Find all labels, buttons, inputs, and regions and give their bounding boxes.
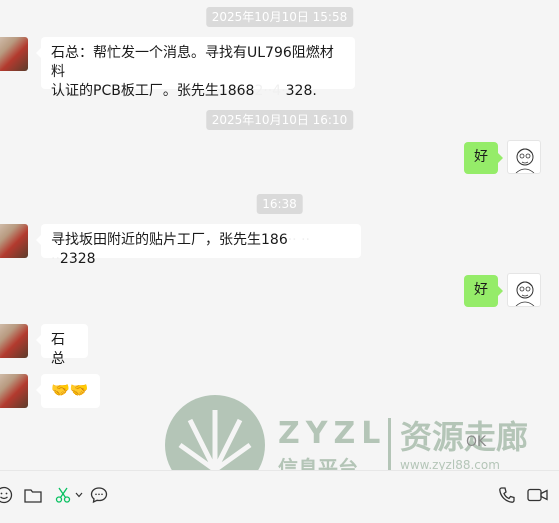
redacted-text: 2··4·	[254, 83, 286, 99]
contact-avatar[interactable]	[0, 37, 28, 71]
timestamp: 16:38	[256, 194, 303, 214]
message-bubble-incoming[interactable]: 石总：帮忙发一个消息。寻找有UL796阻燃材料 认证的PCB板工厂。张先生186…	[36, 37, 355, 99]
contact-avatar[interactable]	[0, 224, 28, 258]
timestamp: 2025年10月10日 16:10	[205, 110, 354, 130]
watermark-divider	[388, 418, 391, 474]
contact-avatar[interactable]	[0, 374, 28, 408]
message-bubble-incoming[interactable]: 石总	[36, 324, 88, 367]
video-icon[interactable]	[526, 485, 550, 505]
folder-icon[interactable]	[23, 485, 43, 505]
message-text: 328.	[285, 83, 317, 99]
message-bubble-outgoing[interactable]: 好	[464, 275, 503, 307]
message-text: 石总	[51, 332, 65, 367]
message-text: 好	[474, 282, 488, 298]
message-bubble-incoming[interactable]: 🤝🤝	[36, 374, 100, 408]
watermark-brand: ZYZL	[278, 416, 387, 451]
self-avatar[interactable]	[507, 140, 541, 174]
input-toolbar	[0, 470, 559, 523]
message-text: 寻找坂田附近的贴片工厂，张先生186	[51, 232, 288, 248]
message-bubble-incoming[interactable]: 寻找坂田附近的贴片工厂，张先生186·· ·· ··2328	[36, 224, 361, 267]
phone-icon[interactable]	[497, 485, 517, 505]
self-avatar[interactable]	[507, 273, 541, 307]
chat-bubble-icon[interactable]	[89, 485, 109, 505]
message-text: 2328	[59, 251, 96, 267]
watermark-title: 资源走廊	[400, 418, 529, 456]
timestamp: 2025年10月10日 15:58	[205, 7, 354, 27]
emoji-icon[interactable]	[0, 485, 14, 505]
chevron-down-icon[interactable]	[73, 485, 85, 505]
message-text: 好	[474, 149, 488, 165]
message-text: 石总：帮忙发一个消息。寻找有UL796阻燃材料	[51, 45, 334, 80]
message-bubble-outgoing[interactable]: 好	[464, 142, 503, 174]
scissors-icon[interactable]	[53, 485, 73, 505]
ok-label: OK	[466, 434, 487, 450]
contact-avatar[interactable]	[0, 324, 28, 358]
handshake-emoji: 🤝🤝	[51, 381, 89, 399]
message-text: 认证的PCB板工厂。张先生1868	[51, 83, 255, 99]
